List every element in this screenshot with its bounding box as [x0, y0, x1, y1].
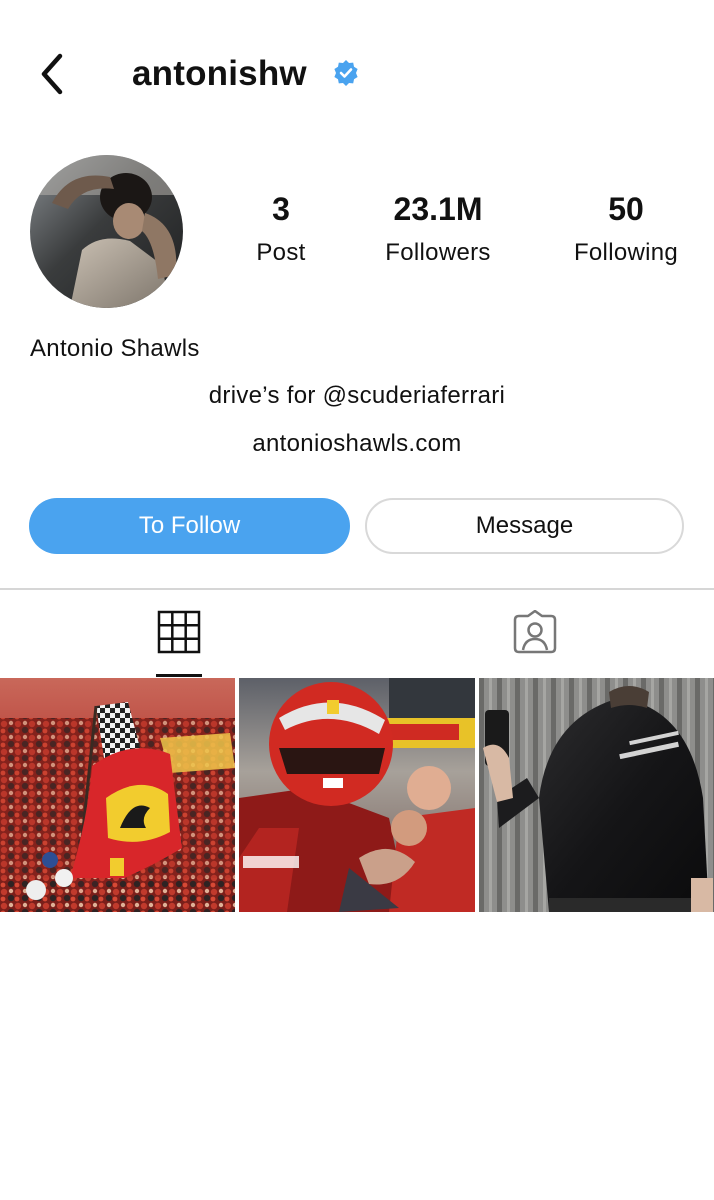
stat-following[interactable]: 50 Following	[560, 188, 692, 268]
post-thumbnail-2[interactable]	[239, 678, 475, 912]
tab-posts-grid[interactable]	[150, 600, 208, 678]
stat-following-label: Following	[573, 239, 679, 266]
message-button[interactable]: Message	[365, 498, 684, 554]
post-thumbnail-3[interactable]	[479, 678, 714, 912]
tab-tagged[interactable]	[505, 600, 565, 678]
profile-full-name: Antonio Shawls	[30, 335, 200, 362]
stat-followers-value: 23.1M	[393, 191, 483, 227]
follow-button[interactable]: To Follow	[29, 498, 350, 554]
avatar-photo	[30, 155, 183, 308]
stat-posts-value: 3	[272, 191, 290, 227]
username-title: antonishw	[132, 54, 307, 93]
mirror-selfie-jacket-photo	[479, 678, 714, 912]
stat-following-value: 50	[608, 191, 644, 227]
profile-header: antonishw	[0, 0, 714, 150]
section-divider	[0, 588, 714, 590]
post-thumbnail-1[interactable]	[0, 678, 235, 912]
ferrari-fans-flag-photo	[0, 678, 235, 912]
driver-helmet-celebration-photo	[239, 678, 475, 912]
verified-badge-icon	[334, 60, 358, 86]
stat-posts[interactable]: 3 Post	[240, 188, 322, 268]
stat-followers[interactable]: 23.1M Followers	[368, 188, 508, 268]
bio-website-link[interactable]: antonioshawls.com	[0, 429, 714, 459]
posts-grid	[0, 678, 714, 912]
chevron-left-icon[interactable]	[34, 50, 70, 98]
bio-mention[interactable]: drive’s for @scuderiaferrari	[0, 381, 714, 411]
tagged-person-icon	[513, 610, 557, 654]
active-tab-indicator	[156, 674, 202, 677]
grid-icon	[157, 610, 201, 654]
avatar[interactable]	[30, 155, 183, 308]
stat-followers-label: Followers	[385, 239, 491, 266]
stat-posts-label: Post	[256, 239, 306, 266]
